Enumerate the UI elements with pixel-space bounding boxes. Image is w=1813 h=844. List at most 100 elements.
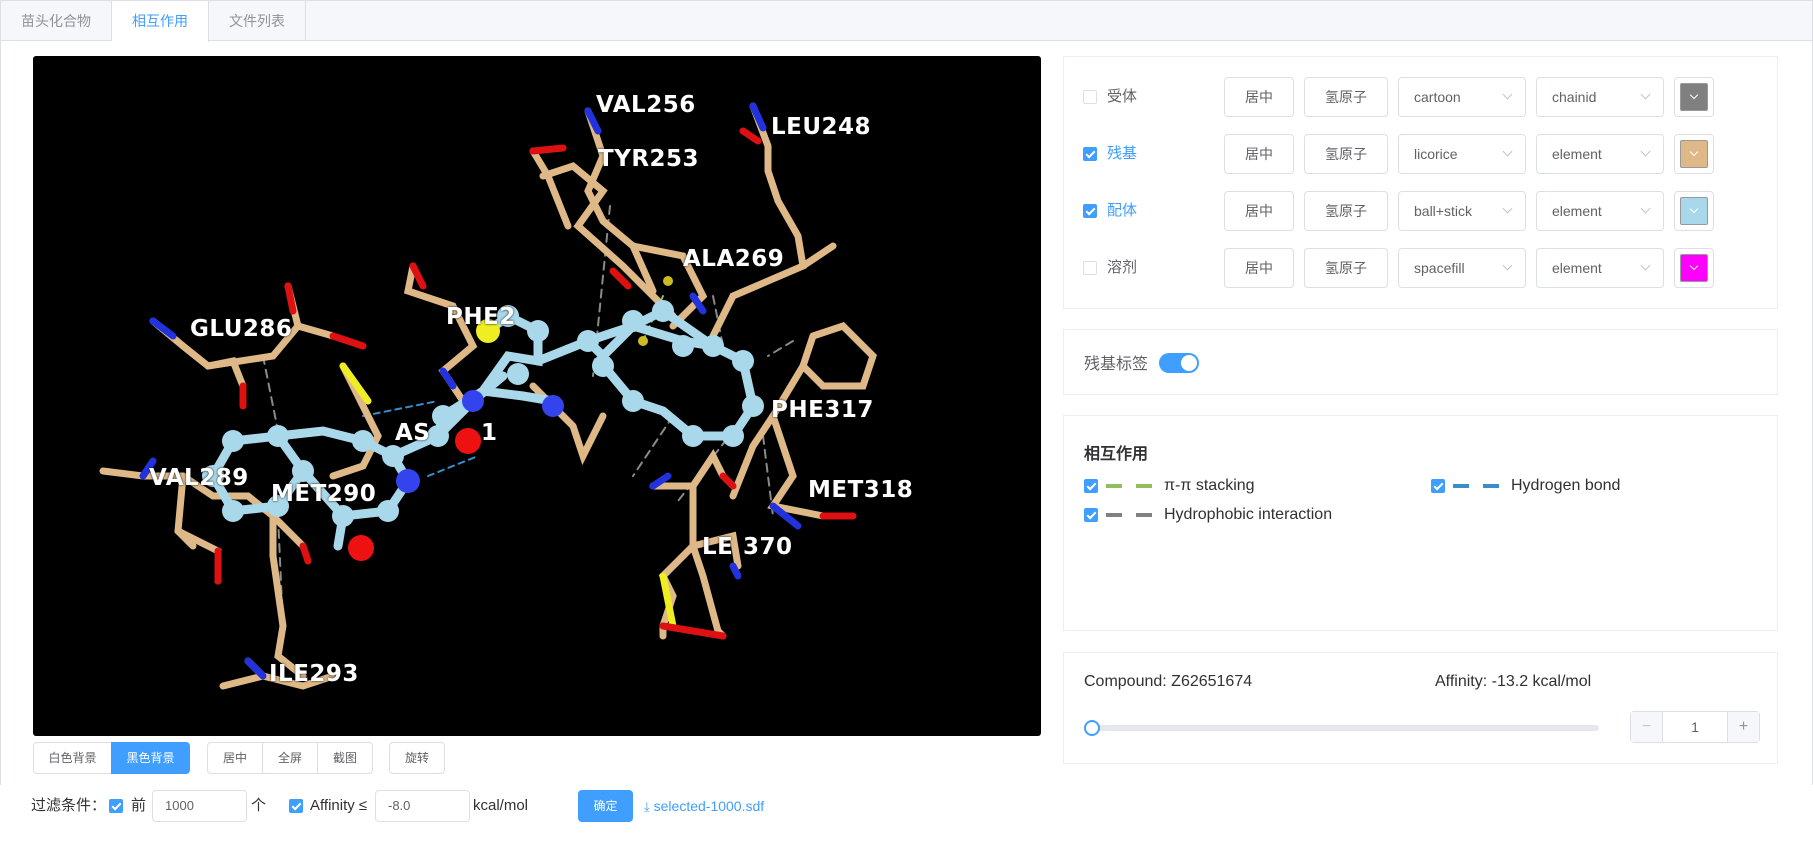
pi-stacking-swatch bbox=[1106, 483, 1152, 488]
rep-residue-style-select[interactable]: licorice bbox=[1398, 134, 1526, 174]
rep-receptor-color-picker[interactable] bbox=[1674, 77, 1714, 117]
center-view-button[interactable]: 居中 bbox=[207, 742, 263, 774]
hydrophobic-checkbox[interactable] bbox=[1084, 507, 1098, 522]
residue-label-tyr253: TYR253 bbox=[598, 146, 700, 172]
chevron-down-icon bbox=[1689, 90, 1699, 100]
color-swatch bbox=[1680, 254, 1708, 282]
tab-bar-filler bbox=[306, 1, 1812, 40]
rep-receptor-style-value: cartoon bbox=[1414, 89, 1461, 105]
rep-residue-style-value: licorice bbox=[1414, 146, 1458, 162]
tab-file-list[interactable]: 文件列表 bbox=[209, 1, 306, 41]
chevron-down-icon bbox=[1689, 147, 1699, 157]
rep-ligand-toggle[interactable]: 配体 bbox=[1083, 191, 1137, 231]
top-n-checkbox-wrap[interactable] bbox=[109, 789, 123, 823]
download-icon: ⤓ bbox=[644, 799, 650, 814]
top-n-label: 前 bbox=[131, 797, 147, 814]
rep-receptor-center-button[interactable]: 居中 bbox=[1224, 77, 1294, 117]
decrement-button[interactable]: − bbox=[1631, 712, 1663, 742]
rep-solvent-checkbox[interactable] bbox=[1083, 261, 1097, 276]
rep-residue-label: 残基 bbox=[1107, 145, 1138, 162]
residue-label-val289: VAL289 bbox=[149, 465, 249, 491]
rep-receptor-hydrogen-button[interactable]: 氢原子 bbox=[1304, 77, 1388, 117]
residue-label-val256: VAL256 bbox=[596, 92, 696, 118]
rep-ligand-label: 配体 bbox=[1107, 202, 1138, 219]
stepper-value[interactable]: 1 bbox=[1663, 712, 1727, 742]
compound-stepper[interactable]: − 1 + bbox=[1630, 711, 1760, 743]
top-n-unit: 个 bbox=[251, 797, 267, 814]
affinity-checkbox-wrap[interactable] bbox=[289, 789, 303, 823]
residue-label-switch[interactable] bbox=[1159, 353, 1199, 373]
rep-receptor-color-scheme-select[interactable]: chainid bbox=[1536, 77, 1664, 117]
chevron-down-icon bbox=[1640, 146, 1651, 157]
increment-button[interactable]: + bbox=[1727, 712, 1759, 742]
filter-row: 过滤条件： 前 1000 个 Affinity ≤ -8.0 kcal/mol … bbox=[31, 789, 931, 823]
representation-panel: 受体 居中 氢原子 cartoon chainid 残基 居中 氢原子 licorice elem… bbox=[1063, 56, 1778, 309]
rep-receptor-toggle[interactable]: 受体 bbox=[1083, 77, 1137, 117]
residue-label-phe: PHE2 bbox=[446, 304, 516, 330]
chevron-down-icon bbox=[1502, 203, 1513, 214]
tab-hit-compounds[interactable]: 苗头化合物 bbox=[1, 1, 112, 41]
white-background-button[interactable]: 白色背景 bbox=[33, 742, 112, 774]
residue-label-ala269: ALA269 bbox=[683, 246, 785, 272]
legend-hydrophobic[interactable]: Hydrophobic interaction bbox=[1084, 504, 1332, 526]
rep-ligand-color-picker[interactable] bbox=[1674, 191, 1714, 231]
rep-receptor-checkbox[interactable] bbox=[1083, 90, 1097, 105]
rep-residue-color-scheme-value: element bbox=[1552, 146, 1602, 162]
rep-ligand-style-select[interactable]: ball+stick bbox=[1398, 191, 1526, 231]
residue-label-panel: 残基标签 bbox=[1063, 329, 1778, 395]
rep-ligand-center-button[interactable]: 居中 bbox=[1224, 191, 1294, 231]
rep-receptor-style-select[interactable]: cartoon bbox=[1398, 77, 1526, 117]
molecule-scene bbox=[99, 102, 878, 690]
rotate-button[interactable]: 旋转 bbox=[389, 742, 445, 774]
rep-residue-hydrogen-button[interactable]: 氢原子 bbox=[1304, 134, 1388, 174]
compound-slider-track[interactable] bbox=[1084, 725, 1599, 731]
hydrogen-bond-checkbox[interactable] bbox=[1431, 478, 1445, 493]
rep-solvent-style-select[interactable]: spacefill bbox=[1398, 248, 1526, 288]
affinity-unit: kcal/mol bbox=[473, 797, 529, 814]
rep-solvent-toggle[interactable]: 溶剂 bbox=[1083, 248, 1137, 288]
rep-solvent-center-button[interactable]: 居中 bbox=[1224, 248, 1294, 288]
rep-residue-center-button[interactable]: 居中 bbox=[1224, 134, 1294, 174]
confirm-button[interactable]: 确定 bbox=[578, 790, 633, 822]
compound-affinity: Affinity: -13.2 kcal/mol bbox=[1435, 673, 1592, 690]
residue-label-toggle-label: 残基标签 bbox=[1084, 356, 1149, 373]
residue-label-asp-part2: 1 bbox=[481, 420, 498, 446]
rep-row-ligand: 配体 居中 氢原子 ball+stick element bbox=[1083, 191, 1763, 231]
rep-solvent-hydrogen-button[interactable]: 氢原子 bbox=[1304, 248, 1388, 288]
interactions-title: 相互作用 bbox=[1084, 446, 1149, 463]
rep-solvent-color-scheme-select[interactable]: element bbox=[1536, 248, 1664, 288]
residue-label-leu248: LEU248 bbox=[771, 114, 872, 140]
hydrogen-bond-swatch bbox=[1453, 483, 1499, 488]
legend-pi-stacking[interactable]: π-π stacking bbox=[1084, 475, 1255, 497]
top-n-input[interactable]: 1000 bbox=[152, 790, 247, 822]
affinity-input[interactable]: -8.0 bbox=[375, 790, 470, 822]
rep-residue-color-picker[interactable] bbox=[1674, 134, 1714, 174]
black-background-button[interactable]: 黑色背景 bbox=[111, 742, 190, 774]
tab-interactions[interactable]: 相互作用 bbox=[112, 1, 209, 42]
chevron-down-icon bbox=[1502, 146, 1513, 157]
download-link[interactable]: ⤓ selected-1000.sdf bbox=[644, 789, 764, 823]
rep-ligand-checkbox[interactable] bbox=[1083, 204, 1097, 219]
residue-label-ile293: ILE293 bbox=[269, 661, 359, 687]
interactions-panel: 相互作用 π-π stacking Hydrogen bond Hydropho… bbox=[1063, 415, 1778, 631]
top-n-checkbox[interactable] bbox=[109, 799, 123, 814]
pi-stacking-checkbox[interactable] bbox=[1084, 478, 1098, 493]
chevron-down-icon bbox=[1640, 203, 1651, 214]
compound-slider-thumb[interactable] bbox=[1084, 720, 1100, 736]
rep-residue-checkbox[interactable] bbox=[1083, 147, 1097, 162]
rep-ligand-hydrogen-button[interactable]: 氢原子 bbox=[1304, 191, 1388, 231]
legend-hydrogen-bond[interactable]: Hydrogen bond bbox=[1431, 475, 1620, 497]
rep-row-solvent: 溶剂 居中 氢原子 spacefill element bbox=[1083, 248, 1763, 288]
rep-solvent-color-picker[interactable] bbox=[1674, 248, 1714, 288]
download-link-label: selected-1000.sdf bbox=[653, 798, 765, 814]
rep-row-residue: 残基 居中 氢原子 licorice element bbox=[1083, 134, 1763, 174]
fullscreen-button[interactable]: 全屏 bbox=[262, 742, 318, 774]
rep-residue-color-scheme-select[interactable]: element bbox=[1536, 134, 1664, 174]
affinity-checkbox[interactable] bbox=[289, 799, 303, 814]
rep-ligand-color-scheme-select[interactable]: element bbox=[1536, 191, 1664, 231]
screenshot-button[interactable]: 截图 bbox=[317, 742, 373, 774]
molecule-viewer[interactable]: VAL256 TYR253 LEU248 ALA269 GLU286 PHE2 … bbox=[33, 56, 1041, 736]
residue-label-leu-part1: LE bbox=[702, 534, 734, 560]
rep-residue-toggle[interactable]: 残基 bbox=[1083, 134, 1137, 174]
color-swatch bbox=[1680, 140, 1708, 168]
